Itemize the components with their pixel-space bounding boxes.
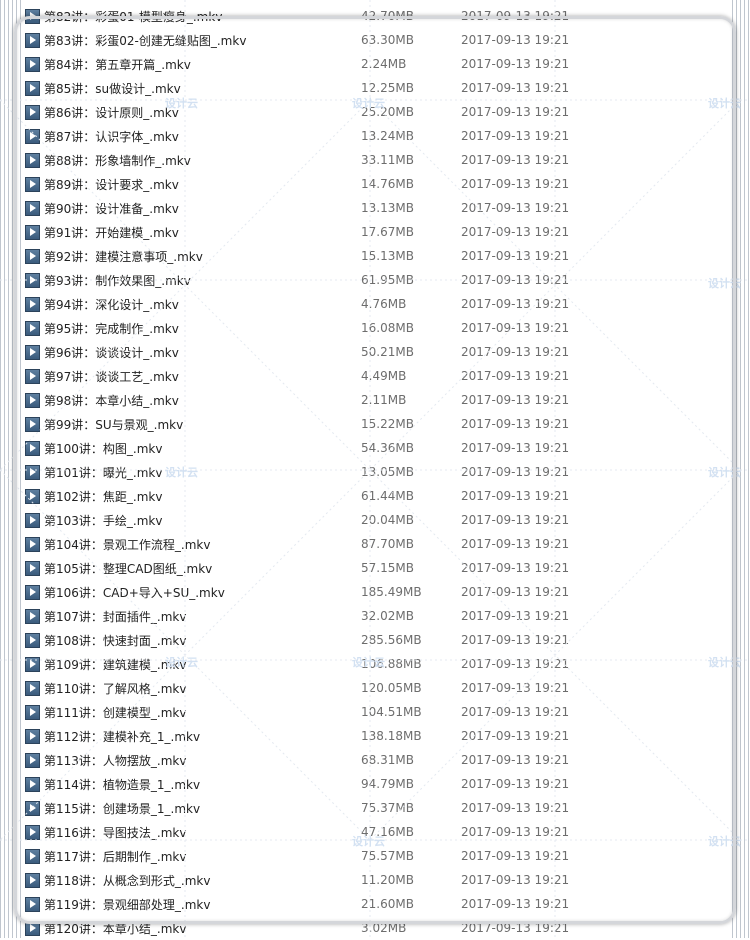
- watermark: 设计云: [708, 835, 741, 848]
- watermark: 设计云: [708, 466, 741, 479]
- watermark-grid: [0, 0, 750, 938]
- watermark: 设计云: [165, 466, 198, 479]
- watermark: 设计云: [165, 656, 198, 669]
- watermark: 设计云: [352, 97, 385, 110]
- watermark: 设计云: [352, 835, 385, 848]
- watermark: 设计云: [708, 656, 741, 669]
- watermark: 设计云: [708, 97, 741, 110]
- watermark: 设计云: [352, 656, 385, 669]
- watermark: 设计云: [165, 97, 198, 110]
- watermark: 设计云: [708, 277, 741, 290]
